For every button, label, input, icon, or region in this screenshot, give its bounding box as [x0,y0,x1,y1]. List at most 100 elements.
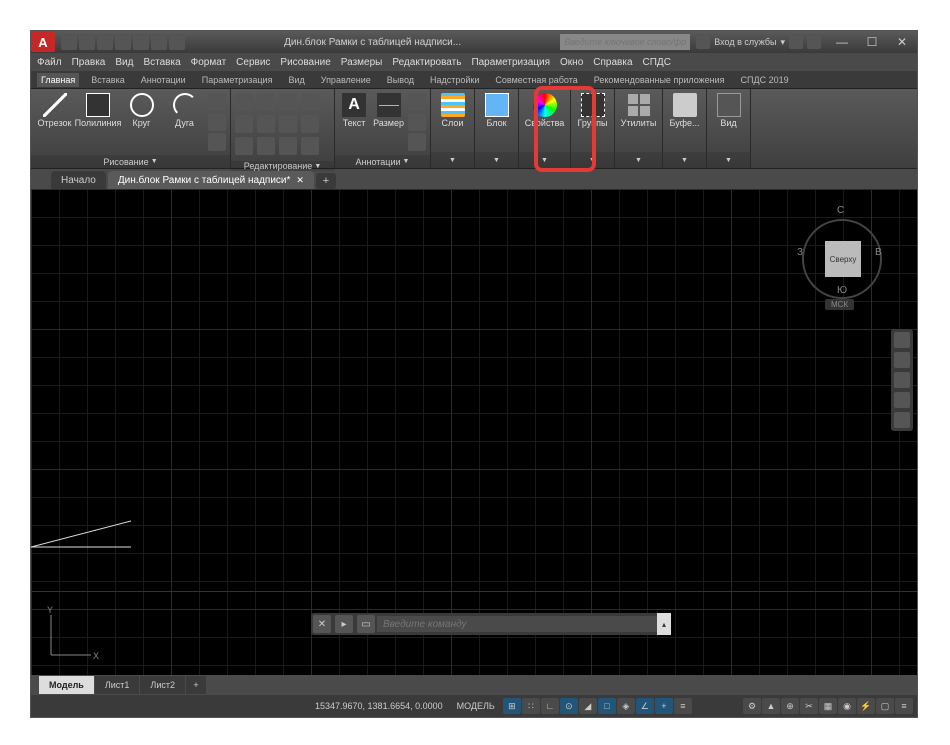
array-button[interactable] [279,137,297,155]
orbit-icon[interactable] [894,392,910,408]
draw-small-2[interactable] [208,113,226,131]
menu-insert[interactable]: Вставка [143,57,180,68]
cart-icon[interactable] [789,35,803,49]
new-doc-tab[interactable]: + [316,173,336,189]
panel-annot-title[interactable]: Аннотации▼ [335,155,430,168]
viewcube-wcs[interactable]: МСК [825,299,854,310]
viewcube[interactable]: Сверху С Ю В З МСК [797,199,887,309]
qat-undo-icon[interactable] [151,34,167,50]
leader-button[interactable] [408,113,426,131]
qat-new-icon[interactable] [61,34,77,50]
search-input[interactable] [560,34,690,50]
fillet-button[interactable] [279,115,297,133]
otrack-toggle[interactable]: ∠ [636,698,654,714]
tab-collab[interactable]: Совместная работа [491,73,581,87]
utilities-button[interactable]: Утилиты [617,91,660,130]
layers-button[interactable]: Слои [433,91,472,130]
quickprops-toggle[interactable]: ▦ [819,698,837,714]
text-button[interactable]: AТекст [337,91,371,130]
menu-window[interactable]: Окно [560,57,583,68]
tab-output[interactable]: Вывод [383,73,418,87]
panel-block-expand[interactable]: ▼ [475,152,518,168]
minimize-button[interactable]: — [827,32,857,52]
close-button[interactable]: ✕ [887,32,917,52]
draw-small-1[interactable] [208,93,226,111]
maximize-button[interactable]: ☐ [857,32,887,52]
grid-toggle[interactable]: ⊞ [503,698,521,714]
tab-home[interactable]: Главная [37,73,79,87]
rotate-button[interactable] [257,93,275,111]
cmd-customize-icon[interactable]: ✕ [313,615,331,633]
workspace-switch[interactable]: ⚙ [743,698,761,714]
qat-save-icon[interactable] [97,34,113,50]
panel-draw-title[interactable]: Рисование▼ [31,155,230,168]
menu-dimension[interactable]: Размеры [341,57,383,68]
lineweight-toggle[interactable]: ≡ [674,698,692,714]
doc-tab-active[interactable]: Дин.блок Рамки с таблицей надписи*✕ [108,171,314,189]
move-button[interactable] [235,93,253,111]
stretch-button[interactable] [235,137,253,155]
hatch-button[interactable] [408,133,426,151]
cmd-recent-icon[interactable]: ▸ [335,615,353,633]
panel-properties-expand[interactable]: ▼ [519,152,570,168]
polyline-button[interactable]: Полилиния [76,91,120,130]
doc-tab-start[interactable]: Начало [51,171,106,189]
offset-button[interactable] [301,137,319,155]
tab-parametric[interactable]: Параметризация [198,73,277,87]
menu-spds[interactable]: СПДС [643,57,671,68]
properties-button[interactable]: Свойства [521,91,568,130]
menu-file[interactable]: Файл [37,57,62,68]
login-area[interactable]: Вход в службы ▾ [696,35,821,49]
menu-parametric[interactable]: Параметризация [471,57,550,68]
tab-spds[interactable]: СПДС 2019 [737,73,793,87]
tab-view[interactable]: Вид [284,73,308,87]
add-layout-button[interactable]: + [186,676,206,694]
arc-button[interactable]: Дуга [163,91,206,130]
annovisibility-toggle[interactable]: ⊕ [781,698,799,714]
customize-status[interactable]: ≡ [895,698,913,714]
tab-addins[interactable]: Надстройки [426,73,483,87]
pan-icon[interactable] [894,352,910,368]
menu-view[interactable]: Вид [115,57,133,68]
groups-button[interactable]: Группы [573,91,612,130]
view-button[interactable]: Вид [709,91,748,130]
zoom-extents-icon[interactable] [894,372,910,388]
block-button[interactable]: Блок [477,91,516,130]
dyninput-toggle[interactable]: + [655,698,673,714]
3dosnap-toggle[interactable]: ◈ [617,698,635,714]
panel-edit-title[interactable]: Редактирование▼ [231,161,334,171]
hardware-accel-toggle[interactable]: ⚡ [857,698,875,714]
qat-saveas-icon[interactable] [115,34,131,50]
dimension-button[interactable]: Размер [371,91,406,130]
panel-layers-expand[interactable]: ▼ [431,152,474,168]
full-nav-wheel-icon[interactable] [894,332,910,348]
menu-format[interactable]: Формат [191,57,227,68]
qat-open-icon[interactable] [79,34,95,50]
tab-layout2[interactable]: Лист2 [140,676,185,694]
scale-button[interactable] [257,137,275,155]
menu-modify[interactable]: Редактировать [392,57,461,68]
isodraft-toggle[interactable]: ◢ [579,698,597,714]
tab-layout1[interactable]: Лист1 [95,676,140,694]
help-icon[interactable] [807,35,821,49]
mirror-button[interactable] [257,115,275,133]
ortho-toggle[interactable]: ∟ [541,698,559,714]
panel-util-expand[interactable]: ▼ [615,152,662,168]
panel-view-expand[interactable]: ▼ [707,152,750,168]
polar-toggle[interactable]: ⊙ [560,698,578,714]
draw-small-3[interactable] [208,133,226,151]
tab-manage[interactable]: Управление [317,73,375,87]
qat-plot-icon[interactable] [133,34,149,50]
annoscale-toggle[interactable]: ▲ [762,698,780,714]
coordinates-readout[interactable]: 15347.9670, 1381.6654, 0.0000 [315,701,443,711]
showmotion-icon[interactable] [894,412,910,428]
circle-button[interactable]: Круг [120,91,163,130]
erase-button[interactable] [301,93,319,111]
copy-button[interactable] [235,115,253,133]
menu-help[interactable]: Справка [593,57,632,68]
space-label[interactable]: МОДЕЛЬ [457,701,495,711]
tab-insert[interactable]: Вставка [87,73,128,87]
menu-edit[interactable]: Правка [72,57,106,68]
menu-tools[interactable]: Сервис [236,57,270,68]
trim-button[interactable] [279,93,297,111]
